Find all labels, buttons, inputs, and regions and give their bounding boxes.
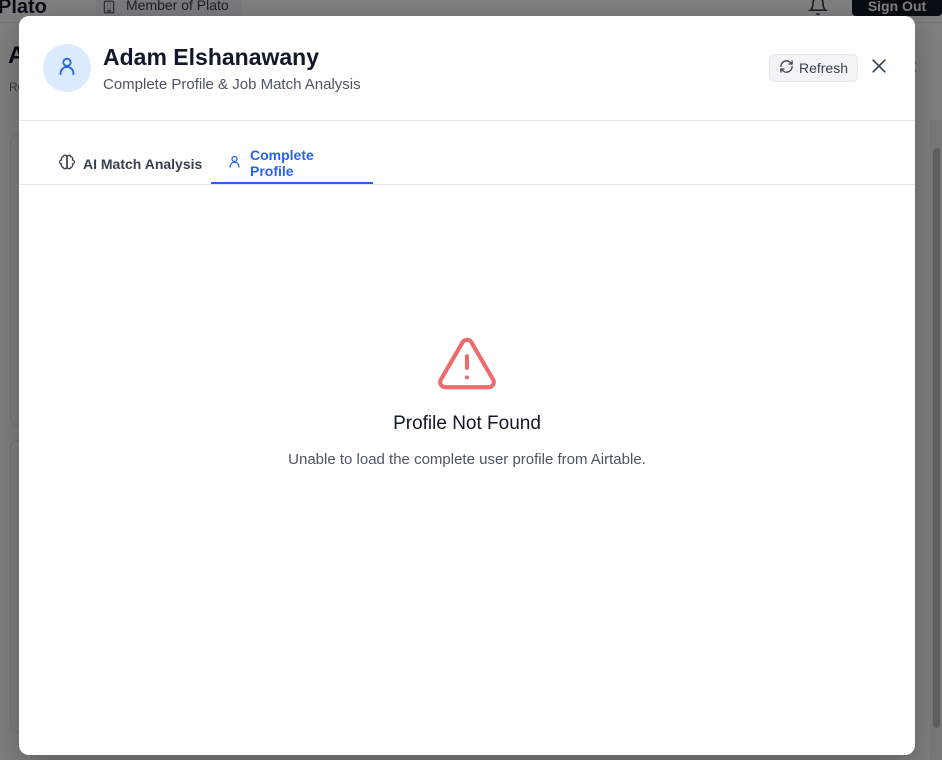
refresh-label: Refresh [798,60,849,76]
user-icon [227,154,242,172]
modal-tabs: AI Match Analysis Complete Profile [19,144,915,185]
error-title: Profile Not Found [393,413,541,434]
error-description: Unable to load the complete user profile… [288,451,646,468]
tab-label: AI Match Analysis [83,155,203,172]
tab-complete-profile[interactable]: Complete Profile [211,144,373,184]
brain-icon [59,154,75,173]
user-name: Adam Elshanawany [103,44,320,70]
close-icon [869,56,889,81]
tab-label: Complete Profile [250,147,314,179]
tab-ai-match-analysis[interactable]: AI Match Analysis [43,144,218,183]
modal-header: Adam Elshanawany Complete Profile & Job … [19,16,915,121]
profile-content: Profile Not Found Unable to load the com… [19,185,915,755]
user-icon [56,55,78,82]
close-button[interactable] [868,57,890,79]
refresh-button[interactable]: Refresh [769,54,858,82]
avatar [43,44,91,92]
modal-subtitle: Complete Profile & Job Match Analysis [103,76,361,93]
profile-modal: Adam Elshanawany Complete Profile & Job … [19,16,915,755]
warning-triangle-icon [436,335,498,398]
refresh-icon [779,59,794,77]
